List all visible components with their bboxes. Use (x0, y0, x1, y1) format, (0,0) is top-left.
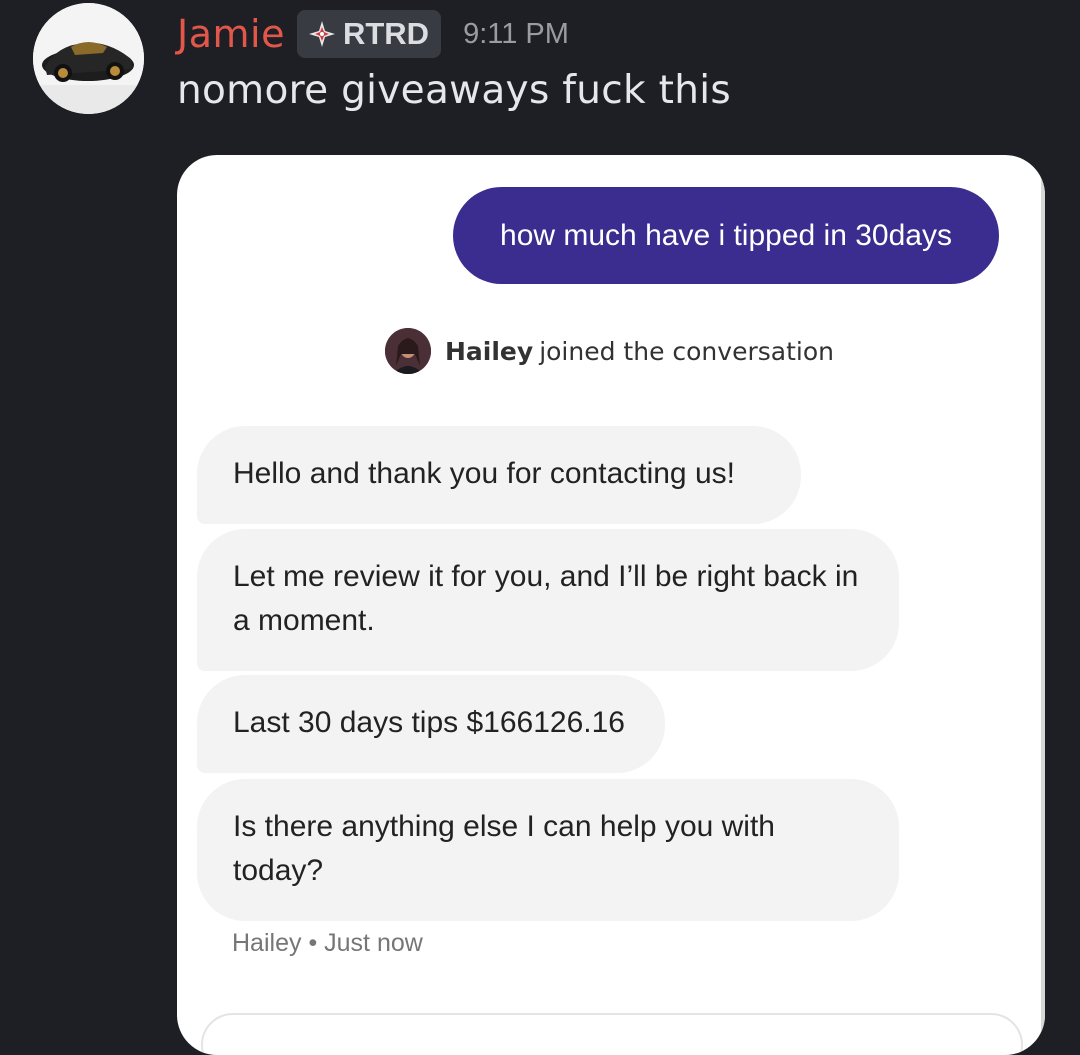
join-notice-text: joined the conversation (539, 336, 834, 366)
agent-chat-bubble: Is there anything else I can help you wi… (197, 779, 899, 921)
agent-message-meta: Hailey • Just now (232, 929, 423, 958)
join-notice: Hailey joined the conversation (385, 328, 834, 374)
message-header: Jamie RTRD 9:11 PM (177, 8, 569, 60)
chat-input-outline (201, 1013, 1023, 1055)
agent-avatar (385, 328, 431, 374)
image-attachment[interactable]: how much have i tipped in 30days Hailey … (177, 155, 1045, 1055)
message-timestamp: 9:11 PM (463, 17, 569, 50)
username[interactable]: Jamie (177, 12, 285, 56)
role-badge[interactable]: RTRD (296, 10, 442, 58)
meta-time: Just now (324, 929, 423, 957)
chat-message: Jamie RTRD 9:11 PM nomore giveaways fuck… (0, 0, 1080, 1055)
agent-chat-bubble: Hello and thank you for contacting us! (197, 426, 801, 524)
agent-chat-bubble: Last 30 days tips $166126.16 (197, 675, 665, 773)
meta-sender: Hailey (232, 929, 302, 957)
diamond-compass-icon (308, 21, 335, 47)
agent-name: Hailey (445, 336, 534, 366)
role-badge-label: RTRD (342, 16, 430, 51)
user-chat-bubble: how much have i tipped in 30days (453, 187, 999, 284)
meta-separator: • (308, 929, 318, 957)
agent-chat-bubble: Let me review it for you, and I’ll be ri… (197, 529, 899, 671)
message-text: nomore giveaways fuck this (177, 68, 731, 113)
attachment-edge (1041, 155, 1045, 1055)
user-avatar[interactable] (33, 3, 144, 114)
